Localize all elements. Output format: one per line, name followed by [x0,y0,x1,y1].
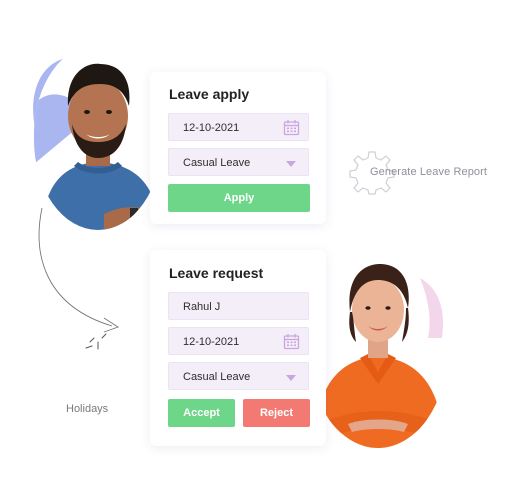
leave-apply-title: Leave apply [169,86,250,102]
apply-leave-type-select[interactable]: Casual Leave [168,148,309,176]
apply-date-field[interactable]: 12-10-2021 [168,113,309,141]
apply-button[interactable]: Apply [168,184,310,212]
leave-apply-card: Leave apply 12-10-2021 Casual Leave Appl… [150,72,326,224]
leave-request-title: Leave request [169,265,264,281]
apply-leave-type-value: Casual Leave [183,157,251,169]
accept-button[interactable]: Accept [168,399,235,427]
request-leave-type-select[interactable]: Casual Leave [168,362,309,390]
holidays-link[interactable]: Holidays [66,403,108,415]
generate-leave-report-link[interactable]: Generate Leave Report [370,166,487,178]
request-leave-type-value: Casual Leave [183,371,251,383]
request-date-field[interactable]: 12-10-2021 [168,327,309,355]
leave-request-card: Leave request Rahul J 12-10-2021 Casual … [150,250,326,446]
employee-photo-man [34,44,162,230]
arrow-icon [38,207,120,350]
request-date-value: 12-10-2021 [183,336,240,348]
chevron-down-icon[interactable] [286,375,296,381]
chevron-down-icon[interactable] [286,161,296,167]
manager-photo-woman [308,248,448,448]
calendar-icon[interactable] [283,333,300,350]
employee-name-value: Rahul J [183,301,221,313]
reject-button[interactable]: Reject [243,399,310,427]
apply-date-value: 12-10-2021 [183,122,240,134]
calendar-icon[interactable] [283,119,300,136]
employee-name-field[interactable]: Rahul J [168,292,309,320]
